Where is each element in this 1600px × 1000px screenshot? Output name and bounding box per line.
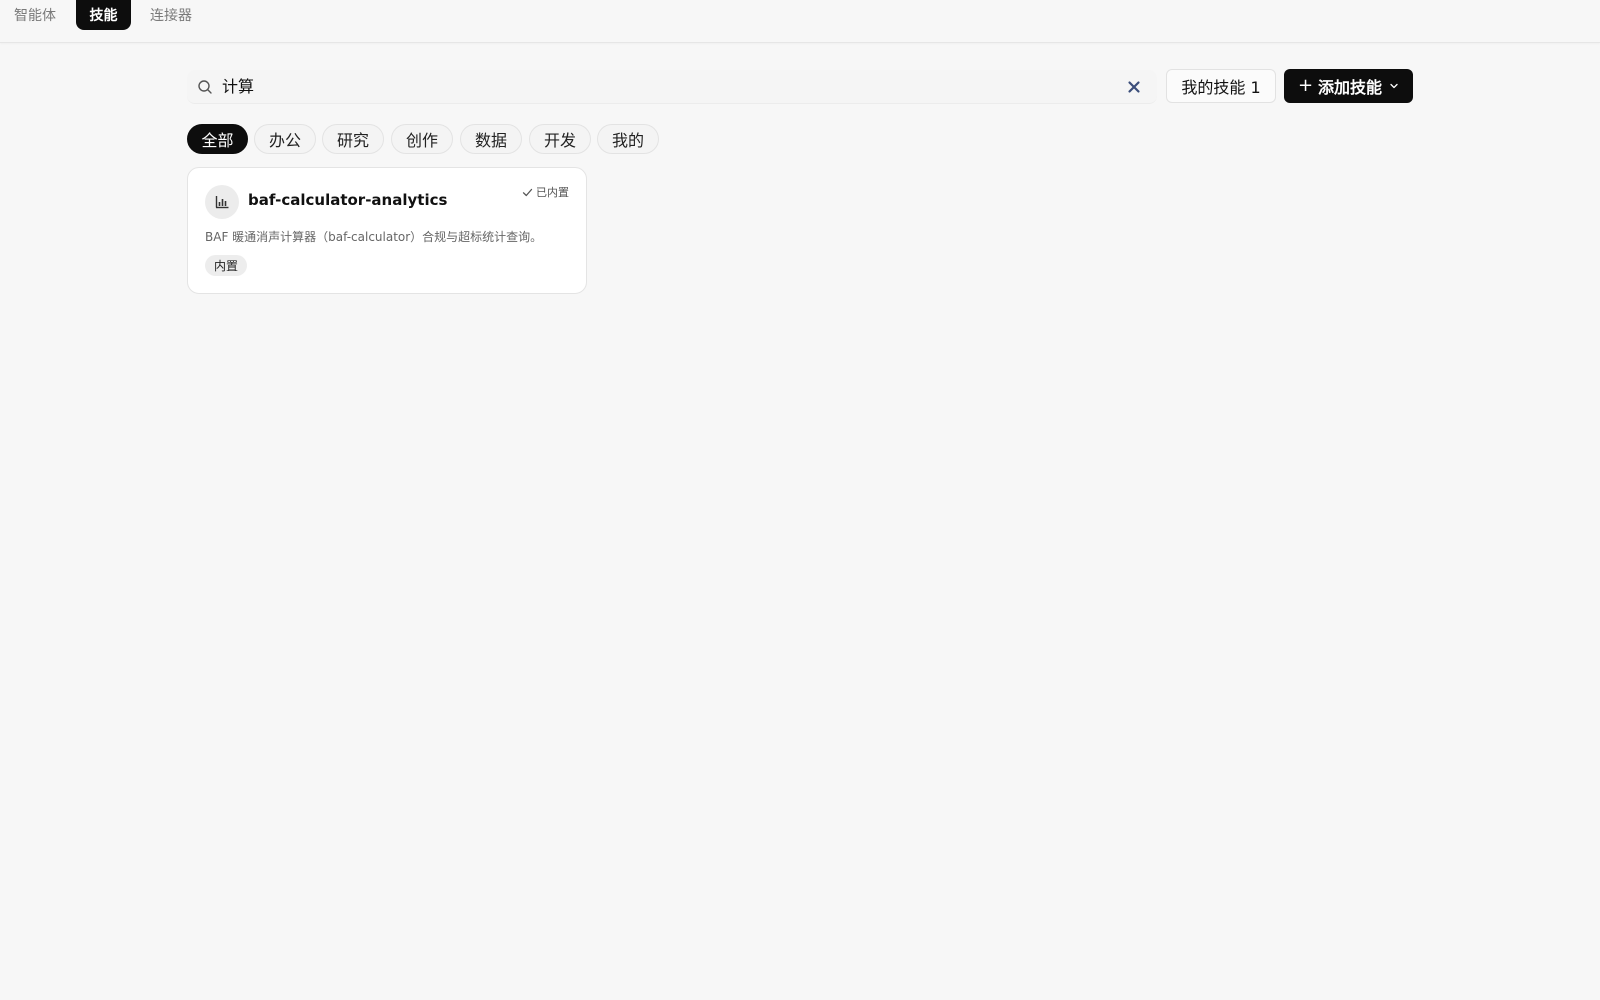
category-creation[interactable]: 创作 — [391, 124, 453, 154]
my-skills-button[interactable]: 我的技能 1 — [1166, 69, 1276, 103]
installed-status: 已内置 — [522, 184, 569, 200]
builtin-badge: 内置 — [205, 255, 248, 276]
search-bar[interactable] — [187, 70, 1157, 104]
tab-agents-label: 智能体 — [14, 8, 56, 24]
tab-connectors-label: 连接器 — [150, 8, 192, 24]
category-label: 研究 — [336, 131, 369, 150]
search-input[interactable] — [222, 70, 1082, 104]
category-label: 开发 — [543, 131, 576, 150]
skill-card[interactable]: baf-calculator-analytics 已内置 BAF 暖通消声计算器… — [187, 167, 587, 294]
tab-skills[interactable]: 技能 — [76, 0, 131, 30]
tab-connectors[interactable]: 连接器 — [139, 0, 203, 30]
search-icon — [198, 80, 212, 94]
installed-status-label: 已内置 — [536, 186, 569, 199]
category-dev[interactable]: 开发 — [529, 124, 591, 154]
plus-icon: + — [1297, 75, 1314, 96]
category-all[interactable]: 全部 — [187, 124, 248, 154]
my-skills-label: 我的技能 1 — [1181, 78, 1261, 97]
category-label: 我的 — [611, 131, 644, 150]
category-office[interactable]: 办公 — [254, 124, 316, 154]
category-research[interactable]: 研究 — [322, 124, 384, 154]
close-icon[interactable] — [1126, 79, 1142, 95]
add-skill-button[interactable]: + 添加技能 — [1284, 69, 1413, 103]
category-label: 数据 — [474, 131, 507, 150]
category-mine[interactable]: 我的 — [597, 124, 659, 154]
category-label: 全部 — [201, 131, 234, 150]
bar-chart-icon — [205, 185, 239, 219]
chevron-down-icon — [1390, 83, 1398, 89]
tab-agents[interactable]: 智能体 — [0, 0, 70, 30]
category-label: 办公 — [268, 131, 301, 150]
category-data[interactable]: 数据 — [460, 124, 522, 154]
check-icon — [522, 188, 533, 196]
skill-title: baf-calculator-analytics — [248, 191, 448, 209]
add-skill-label: 添加技能 — [1318, 78, 1383, 97]
top-nav-bar: 智能体 技能 连接器 — [0, 0, 1600, 43]
tab-skills-label: 技能 — [89, 8, 118, 24]
skill-description: BAF 暖通消声计算器（baf-calculator）合规与超标统计查询。 — [205, 230, 543, 244]
category-label: 创作 — [405, 131, 438, 150]
